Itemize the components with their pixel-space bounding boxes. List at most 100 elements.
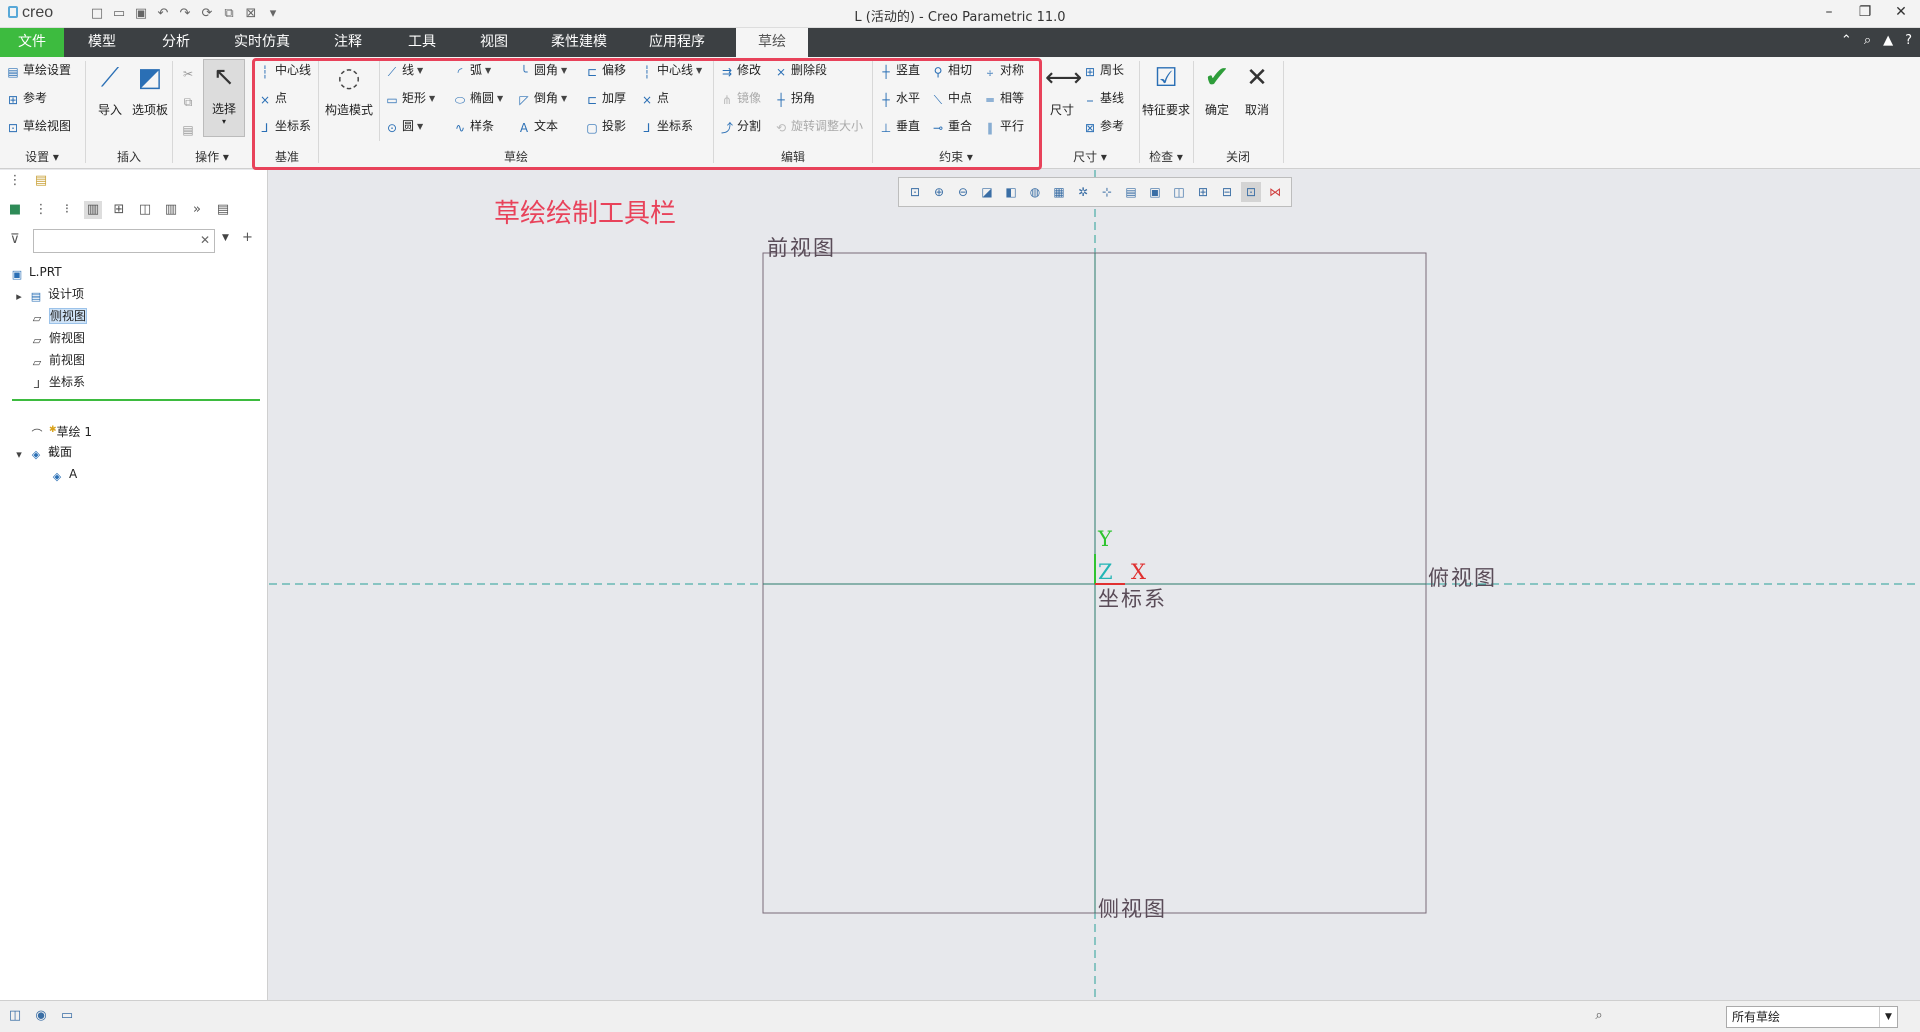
tree-settings-icon[interactable]: ▥ — [84, 201, 102, 219]
columns-icon[interactable]: ◫ — [136, 201, 154, 219]
dimension-button[interactable]: ⟷ 尺寸 — [1043, 61, 1082, 118]
properties-icon[interactable]: ▤ — [214, 201, 232, 219]
paste-icon[interactable]: ▤ — [181, 119, 198, 137]
vertex-display-icon[interactable]: ⋈ — [1265, 182, 1285, 202]
maximize-icon[interactable]: ❐ — [1852, 4, 1878, 20]
ok-button[interactable]: ✔ 确定 — [1198, 61, 1236, 118]
perimeter-button[interactable]: ⊞ 周长 — [1083, 61, 1124, 79]
tab-sketch[interactable]: 草绘 — [736, 28, 808, 57]
copy-icon[interactable]: ⧉ — [181, 91, 198, 109]
cut-icon[interactable]: ✂ — [181, 63, 198, 81]
minimize-icon[interactable]: – — [1816, 4, 1842, 20]
window-icon[interactable]: ⧉ — [220, 5, 238, 22]
group-label-close: 关闭 — [1225, 150, 1250, 164]
reference-dimension-button[interactable]: ⊠ 参考 — [1083, 117, 1124, 135]
sketch-view-icon[interactable]: ▣ — [1145, 182, 1165, 202]
tree-item-design-items[interactable]: ▸ ▤ 设计项 — [14, 284, 84, 304]
show-icon[interactable]: ⊞ — [110, 201, 128, 219]
tab-applications[interactable]: 应用程序 — [632, 28, 722, 57]
selection-filter-select[interactable]: 所有草绘 ▼ — [1726, 1006, 1898, 1028]
clear-search-icon[interactable]: ✕ — [200, 233, 210, 247]
section-display-icon[interactable]: ◫ — [1169, 182, 1189, 202]
repaint-icon[interactable]: ◪ — [977, 182, 997, 202]
model-tree-tab-icon[interactable]: ⋮ — [6, 172, 24, 190]
tree-item-sketch-1[interactable]: ⌒ ✱草绘 1 — [30, 420, 93, 441]
tab-view[interactable]: 视图 — [458, 28, 530, 57]
view-manager-icon[interactable]: ▦ — [1049, 182, 1069, 202]
tree-filter-icon[interactable]: ⋮ — [32, 201, 50, 219]
new-file-icon[interactable]: □ — [88, 5, 106, 22]
tab-annotate[interactable]: 注释 — [312, 28, 384, 57]
cancel-button[interactable]: ✕ 取消 — [1238, 61, 1276, 118]
csys-label: 坐标系 — [1098, 587, 1167, 611]
references-button[interactable]: ⊞ 参考 — [6, 89, 47, 107]
spin-center-icon[interactable]: ⊹ — [1097, 182, 1117, 202]
tree-item-section[interactable]: ▾ ◈ 截面 — [14, 442, 72, 462]
tab-flexible-modeling[interactable]: 柔性建模 — [534, 28, 624, 57]
collapse-ribbon-icon[interactable]: ⌃ — [1841, 33, 1852, 48]
regenerate-icon[interactable]: ⟳ — [198, 5, 216, 22]
section-icon: ◈ — [31, 448, 41, 461]
search-icon[interactable]: ⌕ — [1864, 33, 1871, 48]
add-icon[interactable]: + — [242, 230, 253, 245]
datum-display-icon[interactable]: ✲ — [1073, 182, 1093, 202]
references-icon: ⊞ — [7, 93, 19, 107]
sketch-setup-icon: ▤ — [7, 65, 19, 79]
baseline-button[interactable]: ⎯ 基线 — [1083, 89, 1124, 107]
group-label-dimension[interactable]: 尺寸 ▾ — [1041, 148, 1139, 165]
learning-icon[interactable]: ▲ — [1883, 33, 1893, 48]
tree-item-section-a[interactable]: ◈ A — [50, 464, 77, 484]
full-screen-icon[interactable]: ▭ — [58, 1008, 76, 1026]
select-button[interactable]: ↖ 选择 ▾ — [203, 59, 245, 137]
layer-icon[interactable]: ▥ — [162, 201, 180, 219]
zoom-out-icon[interactable]: ⊖ — [953, 182, 973, 202]
grid-display-icon[interactable]: ⊡ — [1241, 182, 1261, 202]
browser-toggle-icon[interactable]: ◉ — [32, 1008, 50, 1026]
more-icon[interactable]: » — [188, 201, 206, 219]
redo-icon[interactable]: ↷ — [176, 5, 194, 22]
sketch-view-button[interactable]: ⊡ 草绘视图 — [6, 117, 71, 135]
help-icon[interactable]: ? — [1905, 33, 1912, 48]
undo-icon[interactable]: ↶ — [154, 5, 172, 22]
annotation-display-icon[interactable]: ▤ — [1121, 182, 1141, 202]
find-icon[interactable]: ⌕ — [1590, 1008, 1608, 1026]
open-file-icon[interactable]: ▭ — [110, 5, 128, 22]
tab-analysis[interactable]: 分析 — [140, 28, 212, 57]
zoom-in-icon[interactable]: ⊕ — [929, 182, 949, 202]
refit-icon[interactable]: ⊡ — [905, 182, 925, 202]
search-dropdown-icon[interactable]: ▼ — [222, 233, 229, 243]
tree-item-top-plane[interactable]: ▱ 俯视图 — [30, 328, 85, 348]
customize-icon[interactable]: ▾ — [264, 5, 282, 22]
tree-search-input[interactable]: ✕ — [33, 229, 215, 253]
save-icon[interactable]: ▣ — [132, 5, 150, 22]
close-window-icon[interactable]: ⊠ — [242, 5, 260, 22]
tab-live-simulation[interactable]: 实时仿真 — [214, 28, 310, 57]
saved-orientations-icon[interactable]: ◍ — [1025, 182, 1045, 202]
datum-plane-icon: ▱ — [32, 334, 42, 347]
layer-tree-tab-icon[interactable]: ▤ — [32, 172, 50, 190]
group-inspect: ☑ 特征要求 检查 ▾ — [1140, 57, 1192, 169]
tree-item-csys[interactable]: ⅃ 坐标系 — [30, 372, 85, 392]
tab-file[interactable]: 文件 — [0, 28, 64, 57]
navigator-toggle-icon[interactable]: ◫ — [6, 1008, 24, 1026]
feature-requirements-icon: ☑ — [1154, 63, 1178, 93]
close-icon[interactable]: ✕ — [1888, 4, 1914, 20]
filter-funnel-icon[interactable]: ⊽ — [10, 232, 20, 247]
tree-columns-icon[interactable]: ⁝ — [58, 201, 76, 219]
tab-model[interactable]: 模型 — [66, 28, 138, 57]
import-button[interactable]: ⟋ 导入 — [90, 61, 130, 118]
feature-requirements-button[interactable]: ☑ 特征要求 — [1140, 61, 1192, 118]
display-icon[interactable]: ■ — [6, 201, 24, 219]
palette-button[interactable]: ◩ 选项板 — [130, 61, 170, 118]
sketch-setup-button[interactable]: ▤ 草绘设置 — [6, 61, 71, 79]
group-label-inspect[interactable]: 检查 ▾ — [1140, 148, 1192, 165]
group-label-settings[interactable]: 设置 ▾ — [0, 148, 84, 165]
dimension-display-icon[interactable]: ⊞ — [1193, 182, 1213, 202]
tree-item-root[interactable]: ▣ L.PRT — [10, 262, 62, 282]
display-style-icon[interactable]: ◧ — [1001, 182, 1021, 202]
tree-item-right-plane[interactable]: ▱ 侧视图 — [30, 306, 88, 326]
group-label-operations[interactable]: 操作 ▾ — [173, 148, 251, 165]
tree-item-front-plane[interactable]: ▱ 前视图 — [30, 350, 85, 370]
constraint-display-icon[interactable]: ⊟ — [1217, 182, 1237, 202]
tab-tools[interactable]: 工具 — [386, 28, 458, 57]
